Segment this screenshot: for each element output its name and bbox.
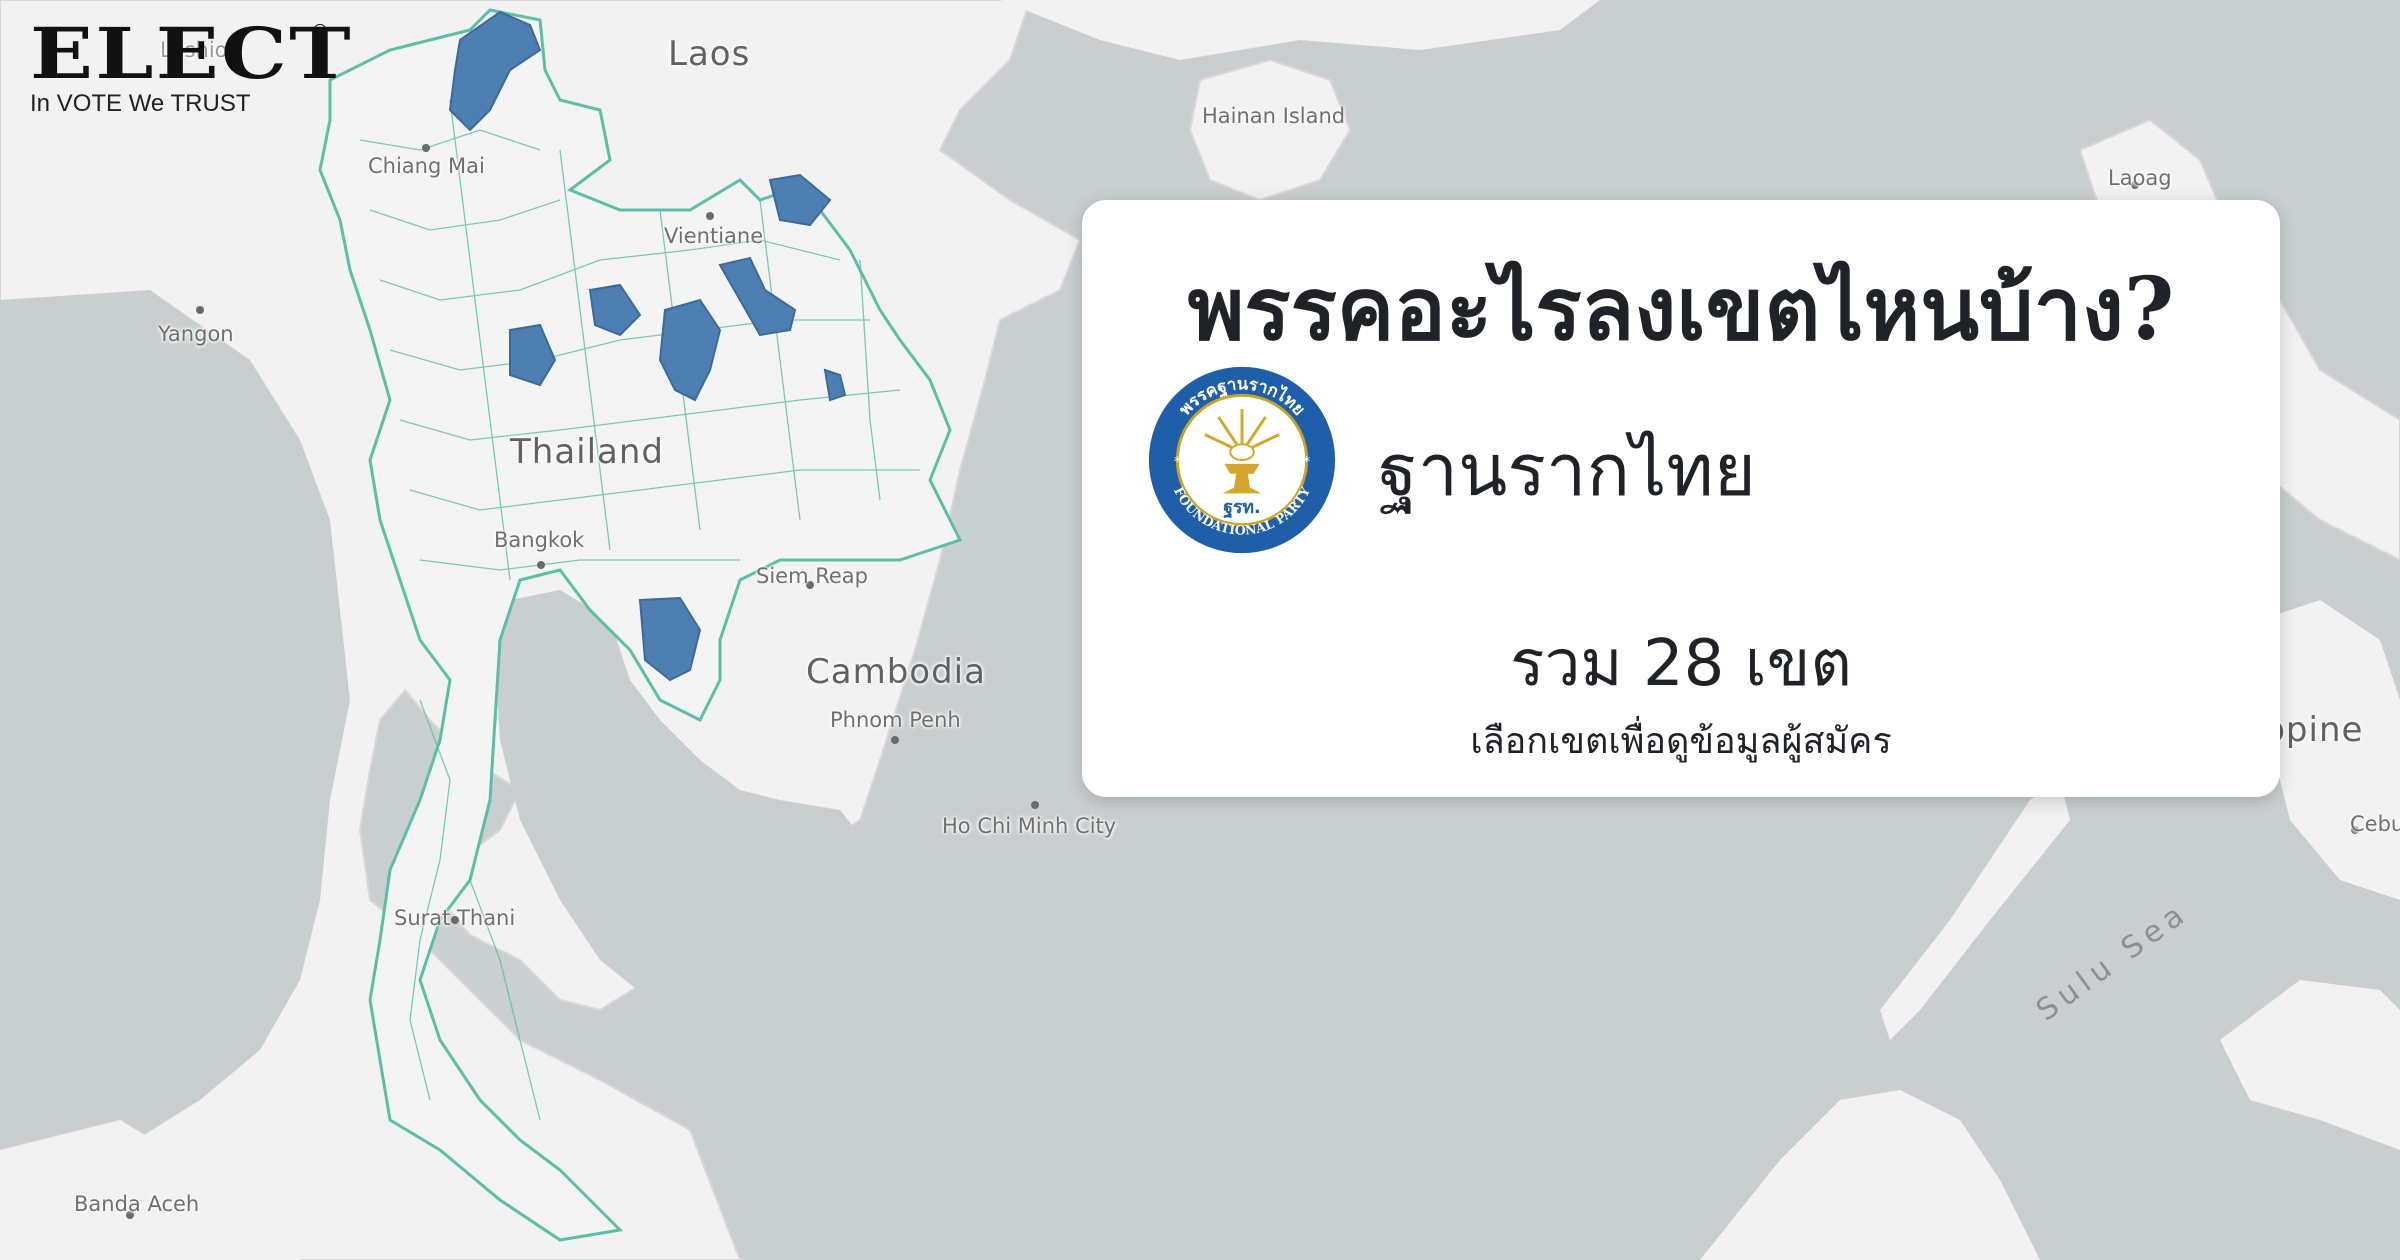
label-laos: Laos bbox=[668, 34, 751, 74]
label-vientiane: Vientiane bbox=[664, 224, 764, 248]
card-title: พรรคอะไรลงเขตไหนบ้าง? bbox=[1187, 259, 2175, 360]
party-name: ฐานรากไทย bbox=[1378, 428, 1756, 512]
copyright-mark: © bbox=[310, 20, 330, 44]
party-info-card: พรรคอะไรลงเขตไหนบ้าง? พรรคฐานรากไทย FOUN… bbox=[1082, 200, 2280, 797]
label-hainan: Hainan Island bbox=[1202, 104, 1346, 128]
label-surat-thani: Surat Thani bbox=[394, 906, 516, 930]
label-bangkok: Bangkok bbox=[494, 528, 585, 552]
label-laoag: Laoag bbox=[2108, 166, 2172, 190]
label-chiang-mai: Chiang Mai bbox=[368, 154, 485, 178]
label-cebu: Cebu bbox=[2350, 812, 2400, 836]
label-ho-chi-minh: Ho Chi Minh City bbox=[942, 814, 1117, 838]
label-cambodia: Cambodia bbox=[806, 652, 986, 692]
brand-logo[interactable]: ELECT © In VOTE We TRUST bbox=[30, 14, 351, 118]
svg-text:*: * bbox=[1303, 454, 1310, 470]
label-phnom-penh: Phnom Penh bbox=[830, 708, 961, 732]
district-total: รวม 28 เขต bbox=[1510, 627, 1852, 701]
label-thailand: Thailand bbox=[510, 432, 665, 472]
label-banda-aceh: Banda Aceh bbox=[74, 1192, 200, 1216]
party-emblem: พรรคฐานรากไทย FOUNDATIONAL PARTY ฐรท. * … bbox=[1146, 364, 1338, 556]
label-siem-reap: Siem Reap bbox=[756, 564, 868, 588]
label-yangon: Yangon bbox=[158, 322, 234, 346]
svg-text:*: * bbox=[1174, 454, 1181, 470]
brand-wordmark: ELECT bbox=[30, 12, 354, 95]
select-district-hint: เลือกเขตเพื่อดูข้อมูลผู้สมัคร bbox=[1470, 721, 1892, 762]
emblem-abbreviation: ฐรท. bbox=[1223, 498, 1261, 519]
